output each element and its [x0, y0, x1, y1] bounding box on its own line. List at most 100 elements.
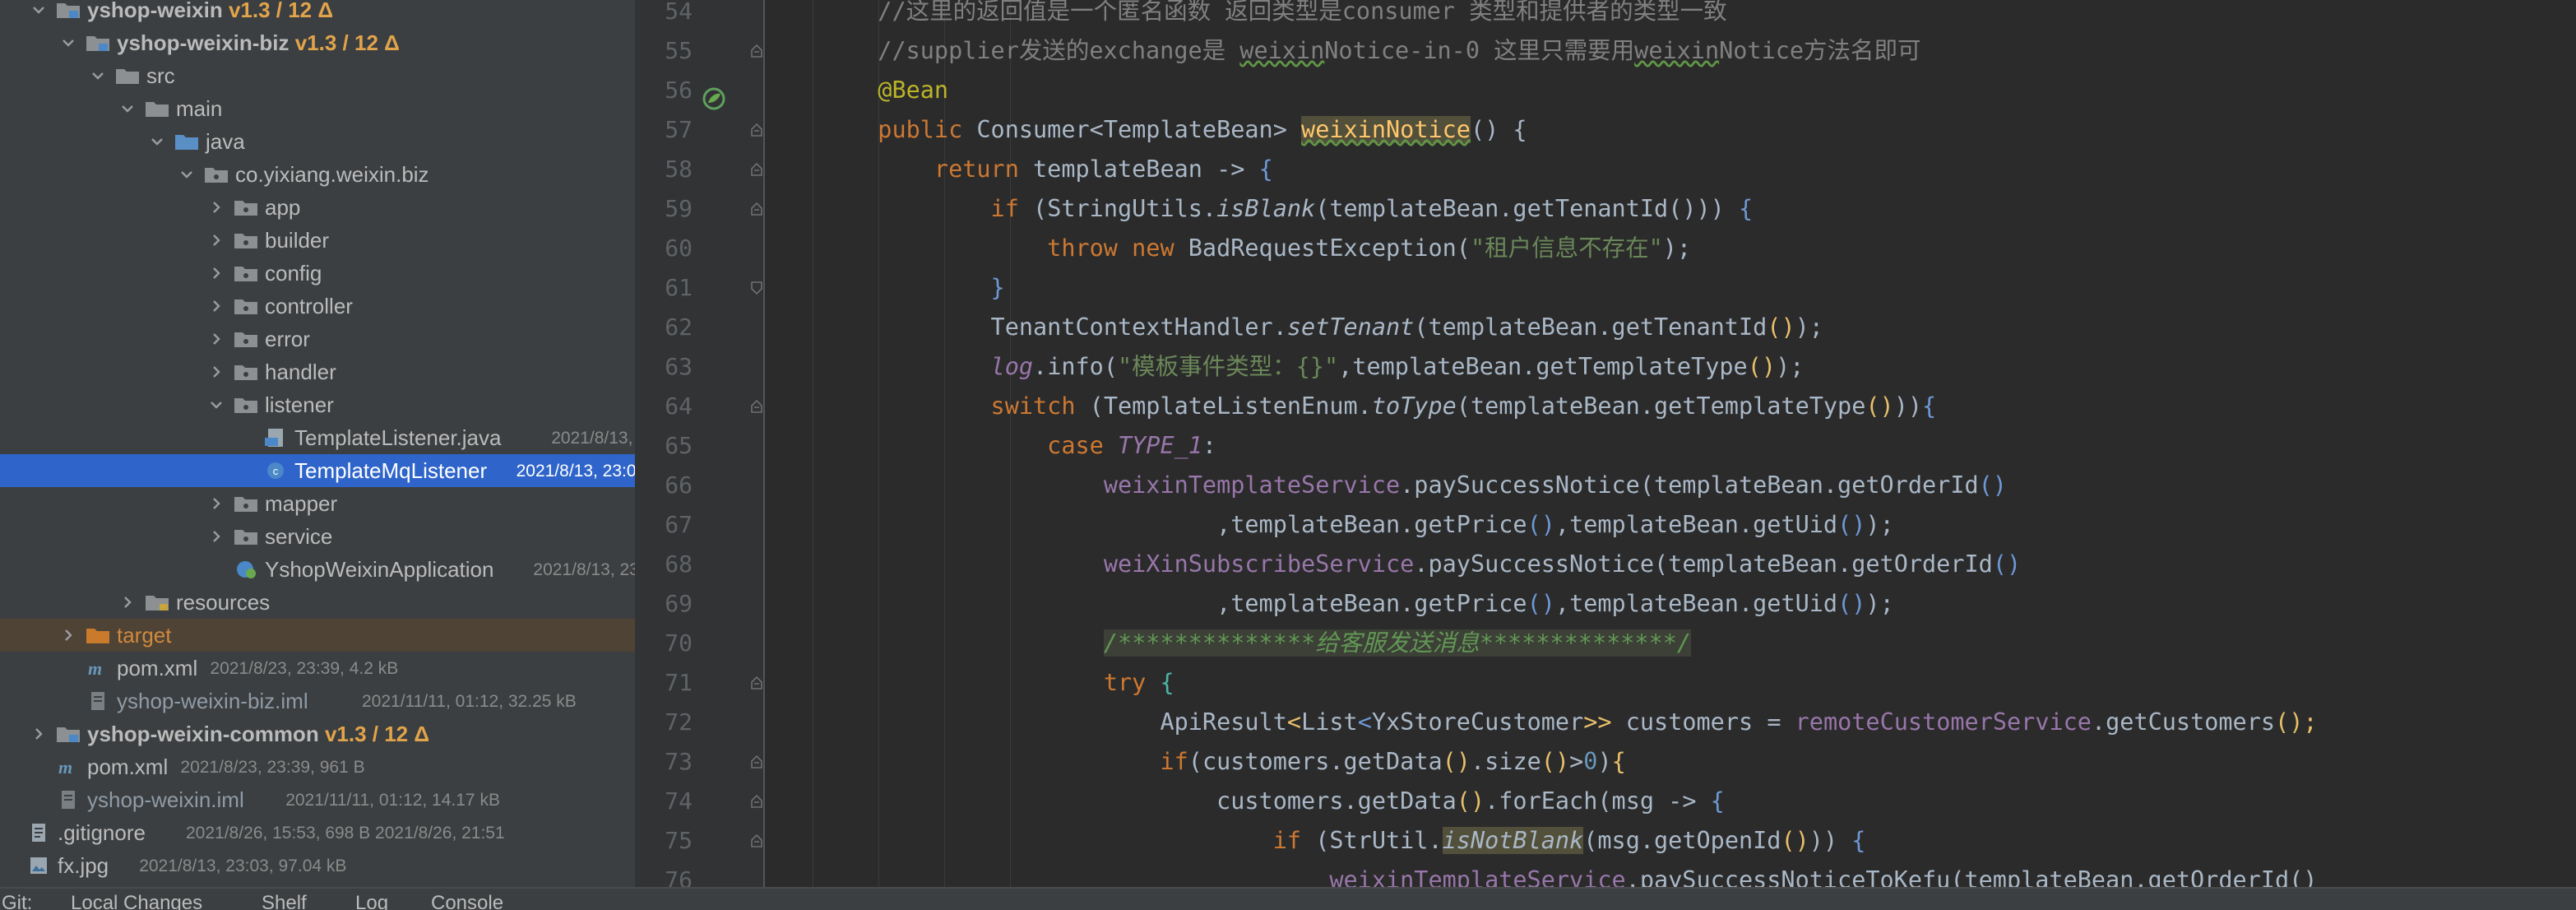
bottom-tab-console[interactable]: Console	[431, 891, 503, 910]
fold-toggle-icon[interactable]	[748, 754, 763, 770]
fold-toggle-icon[interactable]	[748, 793, 763, 810]
chevron-right-icon[interactable]	[59, 626, 77, 644]
tree-item-controller[interactable]: controller	[0, 290, 635, 323]
tree-item-pom-xml-biz[interactable]: m pom.xml 2021/8/23, 23:39, 4.2 kB	[0, 652, 635, 685]
tree-item-java[interactable]: java	[0, 125, 635, 158]
chevron-down-icon[interactable]	[207, 396, 225, 414]
line-number: 71	[665, 669, 693, 696]
tree-item-resources[interactable]: resources	[0, 586, 635, 619]
tree-item-template-mq-listener[interactable]: c TemplateMqListener 2021/8/13, 23:04,	[0, 454, 635, 487]
tree-item-name: yshop-weixin.iml	[87, 787, 244, 812]
tree-item-name: service	[265, 524, 333, 549]
code-token: {	[1160, 669, 1174, 696]
tree-item-name: yshop-weixin-biz	[117, 30, 290, 55]
code-line: }	[765, 268, 2576, 308]
code-token: >	[1569, 748, 1584, 775]
code-token: {	[1739, 195, 1754, 222]
tree-item-name: main	[176, 96, 223, 121]
code-token: try	[1103, 669, 1161, 696]
tree-item-label: pom.xml	[117, 654, 197, 682]
line-number: 66	[665, 471, 693, 499]
code-token: isNotBlank	[1442, 827, 1584, 854]
tree-item-meta: 2021/8/13, 23:03,	[533, 560, 635, 579]
chevron-down-icon[interactable]	[30, 1, 48, 19]
tree-item-template-listener-java[interactable]: TemplateListener.java 2021/8/13, 23:03	[0, 421, 635, 454]
tree-item-yshop-weixin-application[interactable]: YshopWeixinApplication 2021/8/13, 23:03,	[0, 553, 635, 586]
chevron-right-icon[interactable]	[118, 593, 137, 611]
fold-toggle-icon[interactable]	[748, 833, 763, 849]
code-editor[interactable]: //这里的返回值是一个匿名函数 返回类型是consumer 类型和提供者的类型一…	[765, 0, 2576, 887]
code-token: weixin	[1634, 37, 1720, 64]
fold-toggle-icon[interactable]	[748, 675, 763, 691]
maven-file-icon: m	[56, 757, 81, 778]
tree-item-config[interactable]: config	[0, 257, 635, 290]
fold-end-icon[interactable]	[748, 280, 763, 296]
tree-item-label: .gitignore	[58, 819, 146, 847]
tree-item-target[interactable]: target	[0, 619, 635, 652]
chevron-down-icon[interactable]	[178, 165, 196, 183]
fold-toggle-icon[interactable]	[748, 161, 763, 178]
bottom-tab-local-changes[interactable]: Local Changes	[71, 891, 202, 910]
code-token: Notice方法名即可	[1719, 37, 1921, 64]
chevron-right-icon[interactable]	[30, 725, 48, 743]
fold-toggle-icon[interactable]	[748, 122, 763, 138]
chevron-right-icon[interactable]	[207, 198, 225, 216]
tree-item-co-yixiang-weixin-biz[interactable]: co.yixiang.weixin.biz	[0, 158, 635, 191]
tree-item-yshop-weixin[interactable]: yshop-weixin v1.3 / 12 Δ	[0, 0, 635, 26]
tree-item-name: co.yixiang.weixin.biz	[235, 162, 429, 187]
tree-item-listener[interactable]: listener	[0, 388, 635, 421]
code-token: ()	[1865, 392, 1894, 420]
chevron-right-icon[interactable]	[207, 231, 225, 249]
tree-item-meta: 2021/11/11, 01:12, 14.17 kB	[285, 791, 500, 810]
tree-item-builder[interactable]: builder	[0, 224, 635, 257]
code-token: templateBean.getTenantId	[1329, 195, 1669, 222]
vcs-branch-badge: v1.3 / 12 Δ	[294, 30, 400, 55]
project-tool-window: yshop-weixin v1.3 / 12 Δyshop-weixin-biz…	[0, 0, 635, 887]
code-token: (templateBean.getTemplateType	[1456, 392, 1866, 420]
chevron-right-icon[interactable]	[207, 494, 225, 513]
bottom-tab-shelf[interactable]: Shelf	[262, 891, 307, 910]
tree-item-yshop-weixin-common[interactable]: yshop-weixin-common v1.3 / 12 Δ	[0, 717, 635, 750]
chevron-down-icon[interactable]	[148, 132, 166, 151]
spring-bean-gutter-icon[interactable]	[701, 86, 727, 112]
code-token: ()	[1992, 550, 2022, 578]
chevron-right-icon[interactable]	[207, 297, 225, 315]
code-token: (StrUtil.	[1315, 827, 1443, 854]
chevron-right-icon[interactable]	[207, 363, 225, 381]
line-number: 70	[665, 629, 693, 657]
line-number: 57	[665, 116, 693, 143]
tree-item-src[interactable]: src	[0, 59, 635, 92]
tree-item-gitignore[interactable]: .gitignore 2021/8/26, 15:53, 698 B 2021/8…	[0, 816, 635, 849]
tree-item-yshop-weixin-biz[interactable]: yshop-weixin-biz v1.3 / 12 Δ	[0, 26, 635, 59]
chevron-down-icon[interactable]	[118, 100, 137, 118]
tree-item-main[interactable]: main	[0, 92, 635, 125]
code-token: {	[1611, 748, 1626, 775]
chevron-down-icon[interactable]	[59, 34, 77, 52]
tree-item-error[interactable]: error	[0, 323, 635, 355]
fold-toggle-icon[interactable]	[748, 398, 763, 415]
tree-item-handler[interactable]: handler	[0, 355, 635, 388]
tree-item-mapper[interactable]: mapper	[0, 487, 635, 520]
tree-item-yshop-weixin-biz-iml[interactable]: yshop-weixin-biz.iml 2021/11/11, 01:12, 3…	[0, 685, 635, 717]
fold-toggle-icon[interactable]	[748, 43, 763, 59]
code-token: public	[878, 116, 977, 143]
tree-item-yshop-weixin-iml[interactable]: yshop-weixin.iml 2021/11/11, 01:12, 14.17…	[0, 783, 635, 816]
tree-item-app[interactable]: app	[0, 191, 635, 224]
bottom-tool-bar: Git: Local Changes Shelf Log Console	[0, 887, 2576, 910]
tree-item-pom-xml-root[interactable]: m pom.xml 2021/8/23, 23:39, 961 B	[0, 750, 635, 783]
chevron-right-icon[interactable]	[207, 527, 225, 546]
bottom-tab-git[interactable]: Git:	[2, 891, 32, 910]
bottom-tab-log[interactable]: Log	[355, 891, 388, 910]
chevron-right-icon[interactable]	[207, 264, 225, 282]
chevron-down-icon[interactable]	[89, 67, 107, 85]
tree-item-fx-jpg[interactable]: fx.jpg 2021/8/13, 23:03, 97.04 kB	[0, 849, 635, 882]
chevron-right-icon[interactable]	[207, 330, 225, 348]
code-line: ApiResult<List<YxStoreCustomer>> custome…	[765, 703, 2576, 742]
fold-toggle-icon[interactable]	[748, 201, 763, 217]
tree-item-service[interactable]: service	[0, 520, 635, 553]
